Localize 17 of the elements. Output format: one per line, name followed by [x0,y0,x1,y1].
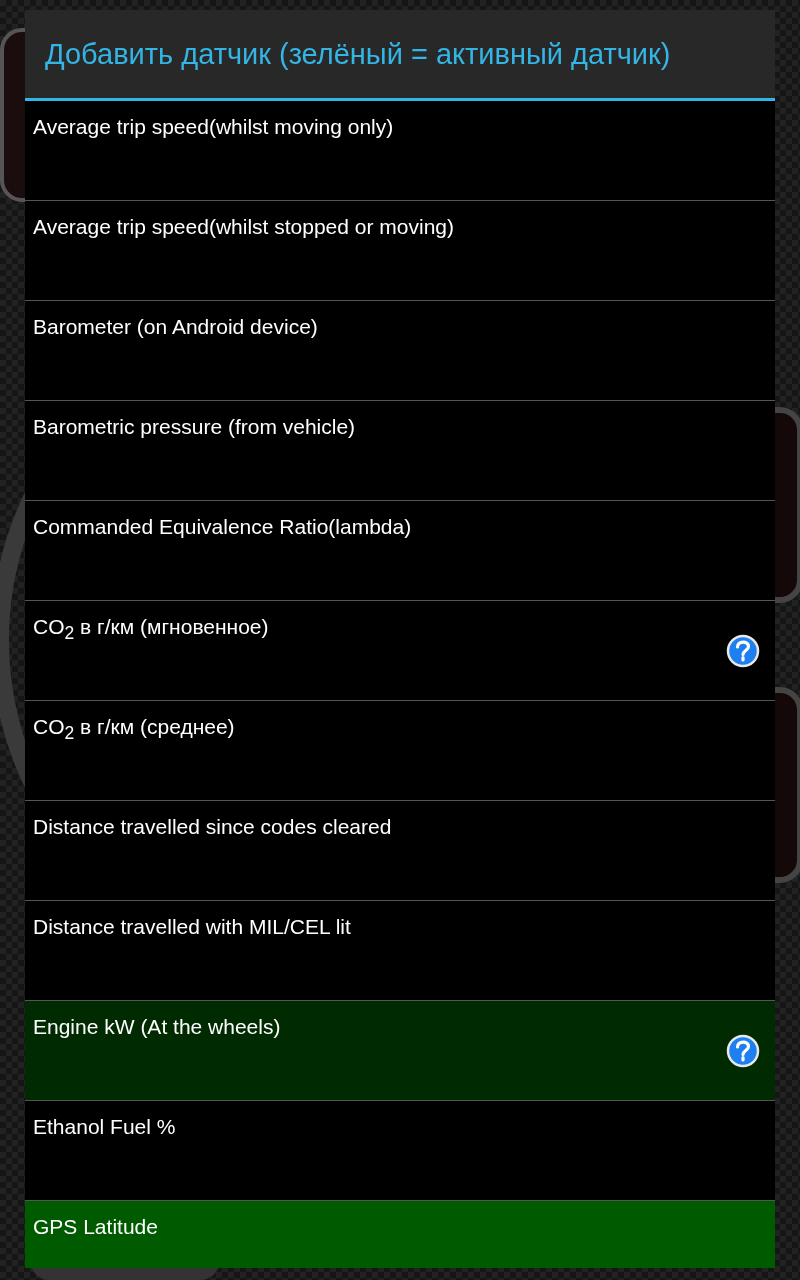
help-icon[interactable] [726,634,760,668]
sensor-label: CO$_{2}$ в г/км (мгновенное) [33,615,269,638]
sensor-item[interactable]: Engine kW (At the wheels) [25,1001,775,1101]
help-icon[interactable] [726,1034,760,1068]
sensor-label: Distance travelled since codes cleared [33,815,392,838]
sensor-label: Commanded Equivalence Ratio(lambda) [33,515,412,538]
sensor-label: Barometer (on Android device) [33,315,318,338]
sensor-label: Distance travelled with MIL/CEL lit [33,915,351,938]
dialog-title: Добавить датчик (зелёный = активный датчик) [25,10,775,101]
sensor-label: GPS Latitude [33,1215,158,1238]
sensor-item[interactable]: GPS Latitude [25,1201,775,1268]
sensor-label: CO$_{2}$ в г/км (среднее) [33,715,235,738]
sensor-label: Engine kW (At the wheels) [33,1015,281,1038]
sensor-label: Average trip speed(whilst moving only) [33,115,394,138]
sensor-label: Ethanol Fuel % [33,1115,176,1138]
sensor-label: Average trip speed(whilst stopped or moving) [33,215,454,238]
sensor-label: Barometric pressure (from vehicle) [33,415,356,438]
